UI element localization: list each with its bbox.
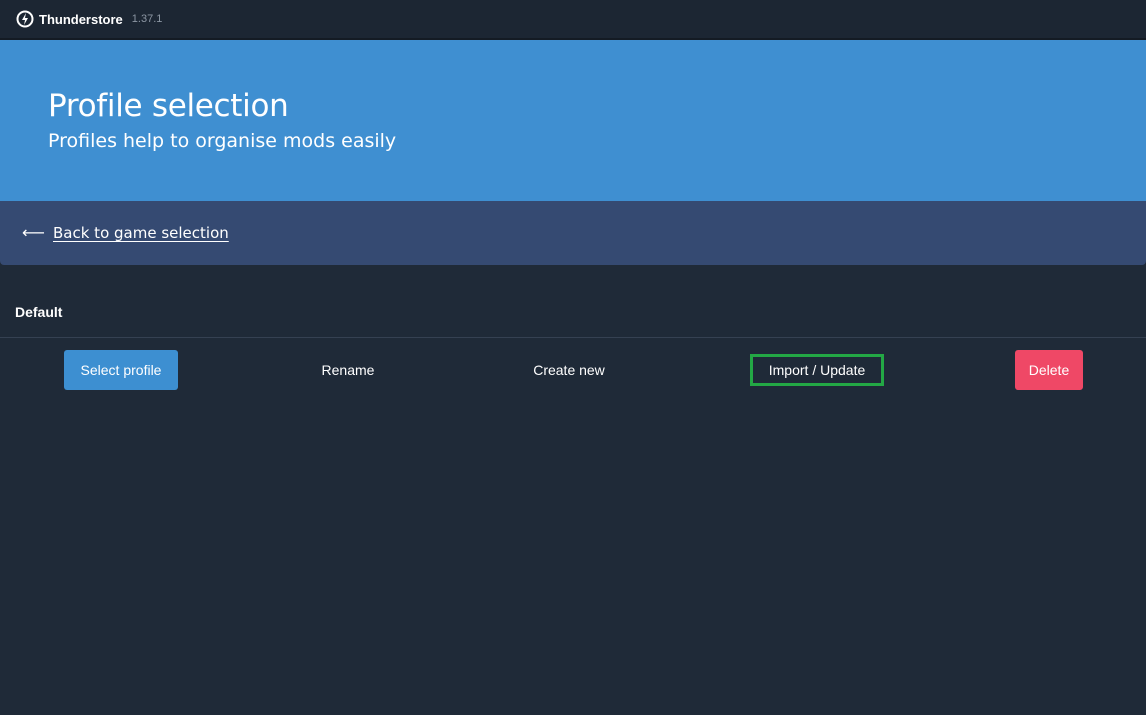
back-to-game-selection-link[interactable]: ⟵ Back to game selection [22, 223, 229, 243]
back-link-label: Back to game selection [53, 224, 229, 242]
divider [0, 337, 1146, 338]
page-subtitle: Profiles help to organise mods easily [48, 130, 397, 152]
page-title: Profile selection [48, 88, 289, 124]
thunderstore-logo-icon [15, 9, 35, 29]
app-name: Thunderstore [39, 11, 123, 27]
profile-name: Default [15, 304, 63, 320]
select-profile-button[interactable]: Select profile [64, 350, 178, 390]
navigation-bar: ⟵ Back to game selection [0, 201, 1146, 265]
arrow-left-icon: ⟵ [22, 223, 45, 242]
rename-profile-button[interactable]: Rename [300, 350, 396, 390]
create-new-profile-button[interactable]: Create new [512, 350, 626, 390]
title-bar: Thunderstore 1.37.1 [0, 0, 1146, 40]
app-version: 1.37.1 [131, 13, 163, 25]
import-update-profile-button[interactable]: Import / Update [750, 354, 884, 386]
delete-profile-button[interactable]: Delete [1015, 350, 1083, 390]
hero-banner: Profile selection Profiles help to organ… [0, 40, 1146, 201]
